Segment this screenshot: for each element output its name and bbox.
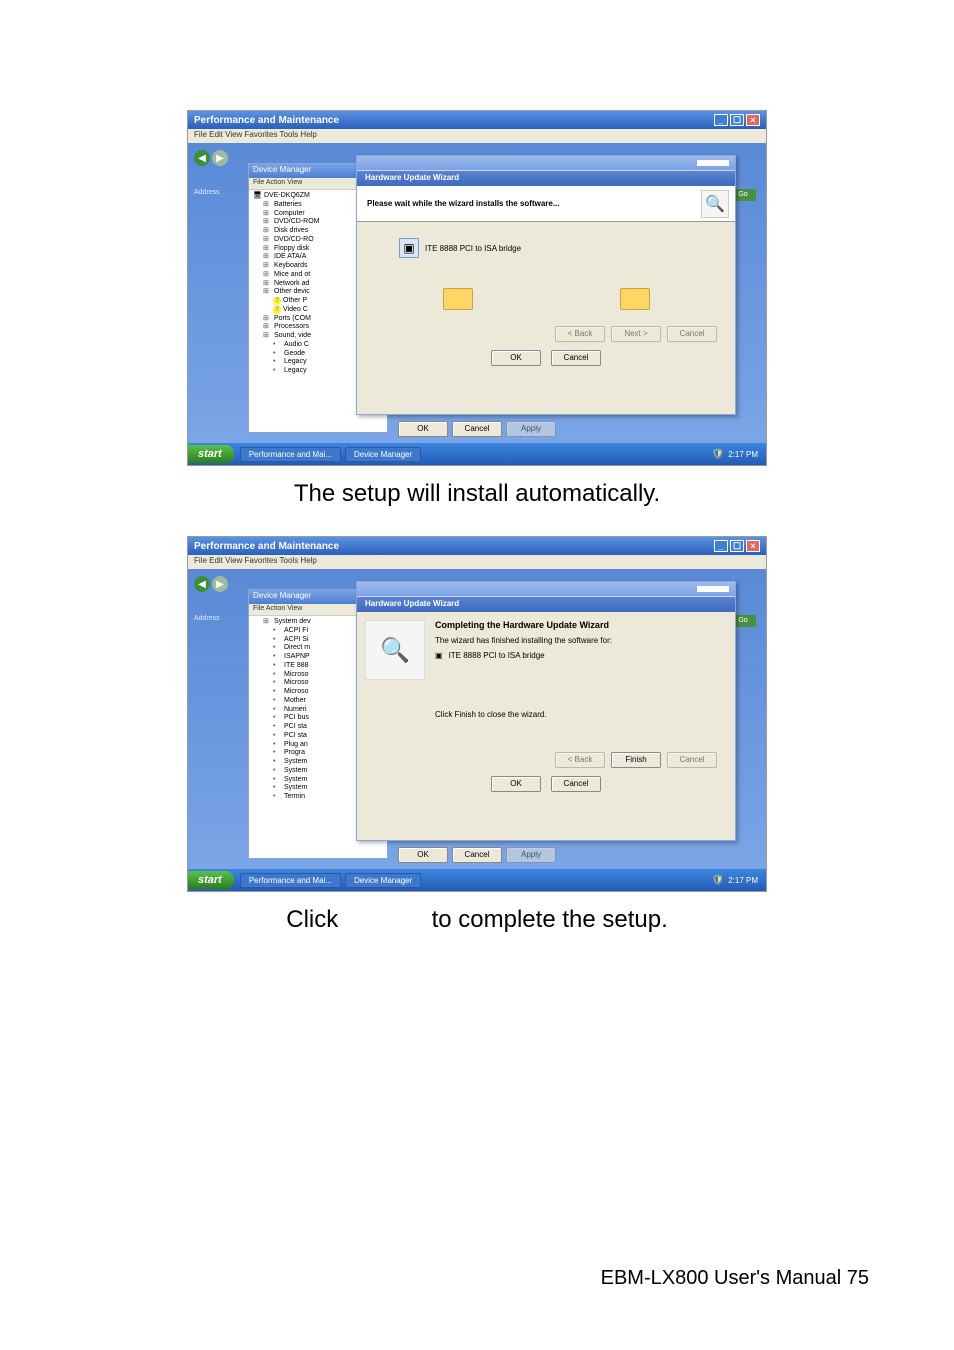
window-titlebar: Performance and Maintenance _ ☐ ×	[188, 111, 766, 129]
finish-button[interactable]: Finish	[611, 752, 661, 768]
device-name: ITE 8888 PCI to ISA bridge	[425, 244, 521, 253]
minimize-icon[interactable]: _	[714, 114, 728, 126]
prop-tag-help[interactable]	[697, 160, 713, 166]
explorer-menubar[interactable]: File Edit View Favorites Tools Help	[188, 129, 766, 143]
cancel-button-2[interactable]: Cancel	[551, 350, 601, 366]
cancel-button-2[interactable]: Cancel	[551, 776, 601, 792]
maximize-icon[interactable]: ☐	[730, 540, 744, 552]
nav-forward-icon[interactable]: ▶	[212, 576, 228, 592]
wizard-header: Please wait while the wizard installs th…	[357, 186, 735, 222]
maximize-icon[interactable]: ☐	[730, 114, 744, 126]
nav-forward-icon[interactable]: ▶	[212, 150, 228, 166]
window-titlebar: Performance and Maintenance _ ☐ ×	[188, 537, 766, 555]
address-label: Address	[194, 615, 220, 622]
start-button[interactable]: start	[188, 445, 234, 463]
screenshot-complete: Performance and Maintenance _ ☐ × File E…	[187, 536, 767, 892]
prop-tag-close[interactable]	[713, 160, 729, 166]
device-name: ITE 8888 PCI to ISA bridge	[449, 651, 545, 660]
explorer-menubar[interactable]: File Edit View Favorites Tools Help	[188, 555, 766, 569]
tray-shield-icon[interactable]: 🛡	[712, 875, 725, 886]
taskbar-item-devmgr[interactable]: Device Manager	[345, 447, 421, 462]
caption-1: The setup will install automatically.	[0, 480, 954, 508]
tray-shield-icon[interactable]: 🛡	[712, 449, 725, 460]
wizard-wait-text: Please wait while the wizard installs th…	[367, 199, 560, 208]
nav-back-icon[interactable]: ◀	[194, 576, 210, 592]
ok-button[interactable]: OK	[491, 776, 541, 792]
window-title: Performance and Maintenance	[194, 115, 339, 126]
close-icon[interactable]: ×	[746, 540, 760, 552]
address-label: Address	[194, 189, 220, 196]
ok-button-outer[interactable]: OK	[398, 847, 448, 863]
prop-tag-help[interactable]	[697, 586, 713, 592]
taskbar: start Performance and Mai... Device Mana…	[188, 443, 766, 465]
ok-button[interactable]: OK	[491, 350, 541, 366]
tray-clock: 2:17 PM	[728, 450, 758, 459]
wizard-header-section: Hardware Update Wizard	[357, 596, 735, 612]
cancel-button-outer[interactable]: Cancel	[452, 421, 502, 437]
screenshot-installing: Performance and Maintenance _ ☐ × File E…	[187, 110, 767, 466]
back-button: < Back	[555, 752, 605, 768]
next-button: Next >	[611, 326, 661, 342]
window-title: Performance and Maintenance	[194, 541, 339, 552]
taskbar: start Performance and Mai... Device Mana…	[188, 869, 766, 891]
start-button[interactable]: start	[188, 871, 234, 889]
apply-button: Apply	[506, 847, 556, 863]
back-button: < Back	[555, 326, 605, 342]
taskbar-item-perf[interactable]: Performance and Mai...	[240, 873, 341, 888]
nav-back-icon[interactable]: ◀	[194, 150, 210, 166]
folder-source-icon	[443, 288, 473, 310]
taskbar-item-devmgr[interactable]: Device Manager	[345, 873, 421, 888]
wizard-finish-icon: 🔍	[365, 620, 425, 680]
apply-button: Apply	[506, 421, 556, 437]
wizard-finish-msg: Click Finish to close the wizard.	[435, 710, 727, 719]
tray-clock: 2:17 PM	[728, 876, 758, 885]
device-chip-icon: ▣	[435, 651, 443, 660]
device-chip-icon: ▣	[399, 238, 419, 258]
prop-tag-close[interactable]	[713, 586, 729, 592]
wizard-complete-line: The wizard has finished installing the s…	[435, 636, 727, 645]
ok-button-outer[interactable]: OK	[398, 421, 448, 437]
taskbar-item-perf[interactable]: Performance and Mai...	[240, 447, 341, 462]
caption-2: Click to complete the setup.	[0, 906, 954, 934]
wizard-search-icon: 🔍	[701, 190, 729, 218]
folder-dest-icon	[620, 288, 650, 310]
wizard-header-section: Hardware Update Wizard	[357, 170, 735, 186]
hardware-wizard-window: Hardware Update Wizard Please wait while…	[356, 155, 736, 415]
minimize-icon[interactable]: _	[714, 540, 728, 552]
wizard-complete-heading: Completing the Hardware Update Wizard	[435, 620, 727, 630]
hardware-wizard-window: Hardware Update Wizard 🔍 Completing the …	[356, 581, 736, 841]
page-footer: EBM-LX800 User's Manual 75	[601, 1267, 869, 1290]
close-icon[interactable]: ×	[746, 114, 760, 126]
cancel-button-outer[interactable]: Cancel	[452, 847, 502, 863]
cancel-button: Cancel	[667, 752, 717, 768]
cancel-button: Cancel	[667, 326, 717, 342]
